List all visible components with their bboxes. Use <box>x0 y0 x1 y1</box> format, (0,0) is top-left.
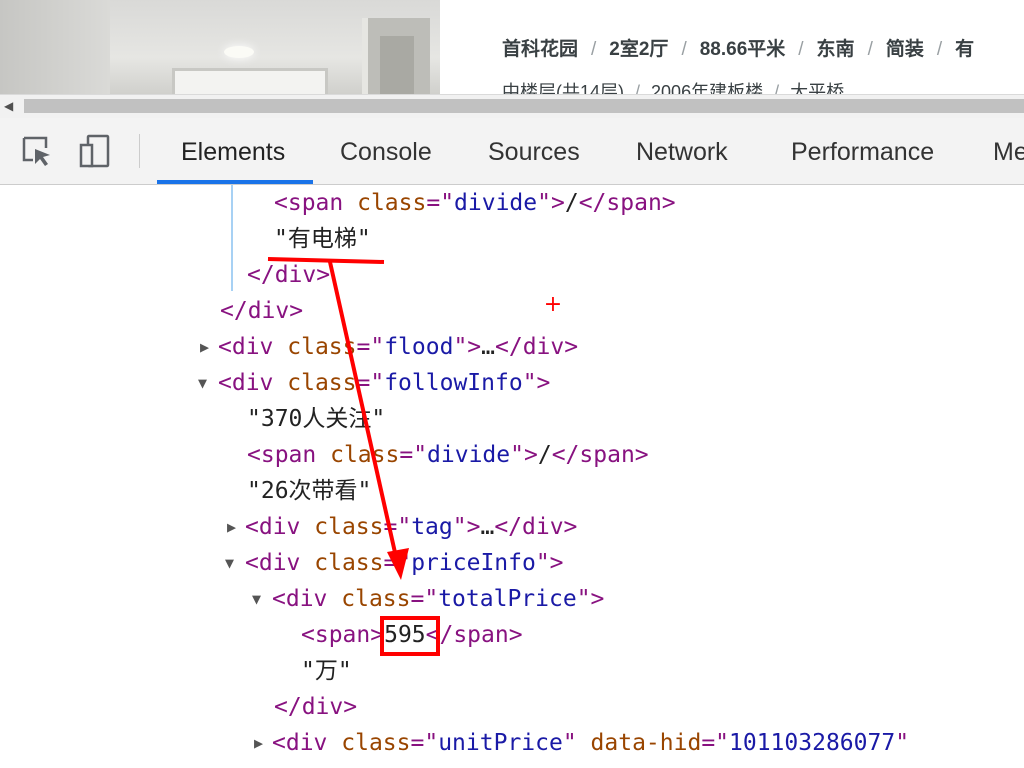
dom-close-div[interactable]: </div> <box>274 689 357 725</box>
community-name[interactable]: 首科花园 <box>502 39 578 60</box>
photo-wall <box>0 0 110 96</box>
collapse-triangle-icon[interactable]: ▼ <box>198 365 207 401</box>
dom-text-unit[interactable]: "万" <box>301 653 352 689</box>
area: 88.66平米 <box>699 39 786 60</box>
devtools-toolbar: Elements Console Sources Network Perform… <box>0 118 1024 185</box>
expand-triangle-icon[interactable]: ▶ <box>200 329 209 365</box>
expand-triangle-icon[interactable]: ▶ <box>227 509 236 545</box>
dom-node-span-divide[interactable]: <span class="divide">/</span> <box>247 437 649 473</box>
dom-node-flood[interactable]: ▶ <div class="flood">…</div> <box>200 329 578 365</box>
info-separator: / <box>591 39 597 60</box>
tab-console[interactable]: Console <box>340 118 432 184</box>
tab-memory[interactable]: Me <box>993 118 1024 184</box>
expand-triangle-icon[interactable]: ▶ <box>254 725 263 761</box>
dom-node-unitprice[interactable]: ▶ <div class="unitPrice" data-hid="101103… <box>254 725 909 761</box>
horizontal-scrollbar[interactable]: ◀ <box>0 94 1024 119</box>
price-value[interactable]: 595 <box>384 622 426 648</box>
dom-text-viewings[interactable]: "26次带看" <box>247 473 371 509</box>
dom-node-price-span[interactable]: <span>595</span> <box>301 617 523 653</box>
listing-photo[interactable] <box>0 0 440 96</box>
dom-text-followers[interactable]: "370人关注" <box>247 401 385 437</box>
info-separator: / <box>936 39 943 60</box>
toolbar-divider <box>139 134 140 168</box>
nesting-guide-line <box>231 185 233 291</box>
collapse-triangle-icon[interactable]: ▼ <box>225 545 234 581</box>
info-separator: / <box>681 39 687 60</box>
dom-close-div[interactable]: </div> <box>220 293 303 329</box>
photo-ceiling-light <box>224 46 254 58</box>
dom-text-elevator[interactable]: "有电梯" <box>274 221 371 257</box>
dom-tree-panel[interactable]: <span class="divide">/</span> "有电梯" </di… <box>0 185 1024 768</box>
web-page-viewport: 首科花园/2室2厅/88.66平米 / 东南 / 简装 / 有 中楼层(共14层)/2006… <box>0 0 1024 96</box>
photo-doorway-inner <box>380 36 414 96</box>
info-separator: / <box>867 39 873 60</box>
tab-elements[interactable]: Elements <box>156 118 314 184</box>
dom-node-totalprice[interactable]: ▼ <div class="totalPrice"> <box>252 581 604 617</box>
photo-window <box>172 68 328 96</box>
tab-performance[interactable]: Performance <box>791 118 934 184</box>
info-separator: / <box>798 39 804 60</box>
dom-node-span-divide[interactable]: <span class="divide">/</span> <box>274 185 676 221</box>
layout: 2室2厅 <box>609 39 669 60</box>
dom-node-followinfo[interactable]: ▼ <div class="followInfo"> <box>198 365 550 401</box>
scrollbar-thumb[interactable] <box>24 99 1024 113</box>
inspect-element-icon[interactable] <box>20 134 54 168</box>
house-info-line: 首科花园 / 2室2厅 / 88.66平米 / 东南 / 简装 / 有 <box>502 34 974 61</box>
dom-node-tag[interactable]: ▶ <div class="tag">…</div> <box>227 509 577 545</box>
tab-network[interactable]: Network <box>636 118 728 184</box>
decoration: 简装 <box>885 39 924 60</box>
collapse-triangle-icon[interactable]: ▼ <box>252 581 261 617</box>
scroll-left-arrow-icon[interactable]: ◀ <box>4 99 13 113</box>
dom-close-div[interactable]: </div> <box>247 257 330 293</box>
tab-sources[interactable]: Sources <box>488 118 580 184</box>
device-toolbar-icon[interactable] <box>78 134 112 168</box>
orientation: 东南 <box>816 39 855 60</box>
elevator: 有 <box>955 39 975 60</box>
dom-node-priceinfo[interactable]: ▼ <div class="priceInfo"> <box>225 545 564 581</box>
